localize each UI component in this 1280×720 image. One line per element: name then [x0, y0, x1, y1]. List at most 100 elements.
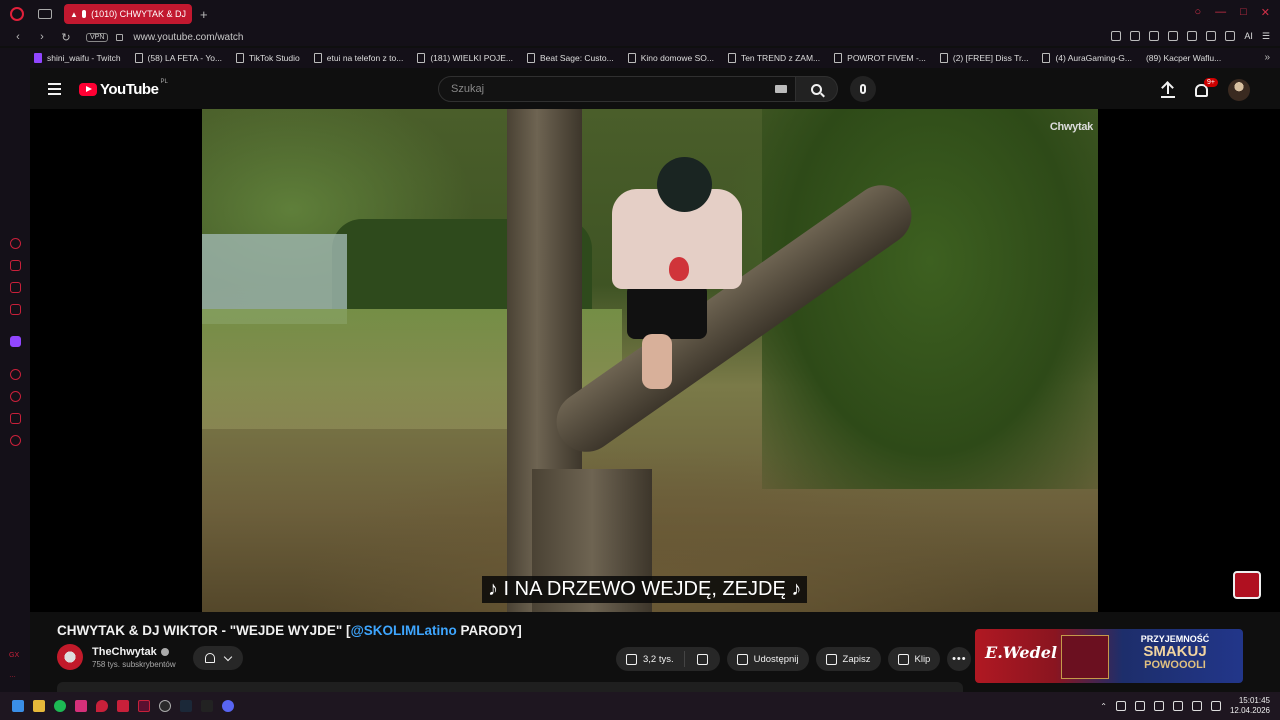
- like-button[interactable]: 3,2 tys.: [616, 651, 685, 667]
- bookmark-item[interactable]: Beat Sage: Custo...: [527, 53, 614, 63]
- search-button[interactable]: [796, 76, 838, 102]
- video-actions: 3,2 tys. Udostępnij Zapisz Klip •••: [616, 647, 972, 671]
- youtube-favicon-icon: [81, 10, 90, 18]
- channel-avatar[interactable]: [57, 644, 83, 670]
- adblock-icon[interactable]: [1149, 31, 1160, 41]
- bookmark-item[interactable]: shini_waifu - Twitch: [34, 53, 121, 63]
- messenger-icon[interactable]: [10, 282, 21, 293]
- bookmark-item[interactable]: (58) LA FETA - Yo...: [134, 53, 222, 63]
- system-clock[interactable]: 15:01:45 12.04.2026: [1230, 696, 1270, 716]
- channel-name[interactable]: TheChwytak: [92, 646, 176, 658]
- bookmark-item[interactable]: TikTok Studio: [236, 53, 300, 63]
- spotify-icon[interactable]: [54, 700, 66, 712]
- lock-icon[interactable]: [116, 33, 124, 41]
- description-box[interactable]: [57, 682, 963, 692]
- youtube-logo[interactable]: YouTube PL: [79, 79, 168, 98]
- battery-icon[interactable]: [1191, 701, 1202, 711]
- twitch-icon: [34, 53, 42, 63]
- tab-overview-icon[interactable]: [38, 9, 52, 19]
- bookmark-item[interactable]: (2) [FREE] Diss Tr...: [939, 53, 1028, 63]
- display-icon[interactable]: [1172, 701, 1183, 711]
- menu-icon[interactable]: ☰: [1262, 31, 1270, 41]
- channel-watermark[interactable]: Chwytak: [1050, 121, 1093, 133]
- sponsored-banner[interactable]: E.Wedel PRZYJEMNOŚĆ SMAKUJ POWOOOLI: [975, 629, 1243, 683]
- minimize-button[interactable]: —: [1215, 6, 1226, 19]
- subscribed-button[interactable]: [193, 646, 243, 670]
- bookmark-item[interactable]: POWROT FIVEM -...: [834, 53, 926, 63]
- sidebar-more-icon[interactable]: …: [9, 672, 16, 679]
- clip-button[interactable]: Klip: [887, 647, 941, 671]
- history-icon[interactable]: [10, 391, 21, 402]
- voice-search-button[interactable]: [850, 76, 876, 102]
- maximize-button[interactable]: □: [1240, 6, 1247, 19]
- app-m-icon[interactable]: [117, 700, 129, 712]
- share-button[interactable]: Udostępnij: [726, 647, 809, 671]
- file-explorer-icon[interactable]: [33, 700, 45, 712]
- ai-button[interactable]: AI: [1244, 31, 1253, 41]
- download-icon[interactable]: [1225, 31, 1236, 41]
- extensions-icon[interactable]: [10, 413, 21, 424]
- windows-taskbar: ⌃ 15:01:45 12.04.2026: [0, 692, 1280, 720]
- save-button[interactable]: Zapisz: [815, 647, 881, 671]
- extension-icon[interactable]: [1111, 31, 1122, 41]
- search-tabs-icon[interactable]: ○: [1194, 6, 1201, 19]
- vpn-badge[interactable]: VPN: [86, 32, 109, 42]
- account-icon[interactable]: [1206, 31, 1217, 41]
- mention-link[interactable]: @SKOLIMLatino: [351, 623, 457, 638]
- tray-overflow-icon[interactable]: ⌃: [1100, 702, 1107, 711]
- keyboard-icon[interactable]: [775, 85, 787, 93]
- bookmark-item[interactable]: (181) WIELKI POJE...: [417, 53, 513, 63]
- maps-icon[interactable]: [96, 700, 108, 712]
- like-dislike-group: 3,2 tys.: [616, 647, 720, 671]
- channel-branding-icon[interactable]: [1233, 571, 1261, 599]
- search-bar: [438, 76, 876, 102]
- more-actions-button[interactable]: •••: [947, 647, 972, 671]
- player-icon[interactable]: [1168, 31, 1179, 41]
- video-frame[interactable]: Chwytak: [202, 109, 1098, 612]
- url-field[interactable]: www.youtube.com/watch: [133, 32, 243, 43]
- avatar[interactable]: [1228, 79, 1250, 101]
- steam-icon[interactable]: [180, 700, 192, 712]
- twitch-icon[interactable]: [10, 336, 21, 347]
- browser-tab-active[interactable]: ▲ (1010) CHWYTAK & DJ: [64, 4, 192, 24]
- snapshot-icon[interactable]: [1130, 31, 1141, 41]
- opera-logo-icon[interactable]: [10, 7, 24, 21]
- back-icon[interactable]: ‹: [12, 31, 24, 43]
- menu-icon[interactable]: [48, 83, 61, 95]
- app-tray-icon[interactable]: [1210, 701, 1221, 711]
- gx-corner-icon[interactable]: [10, 304, 21, 315]
- search-icon: [811, 83, 822, 95]
- network-icon[interactable]: [1115, 701, 1126, 711]
- volume-icon[interactable]: [1134, 701, 1145, 711]
- dislike-button[interactable]: [685, 653, 720, 665]
- terminal-icon[interactable]: [201, 700, 213, 712]
- bookmark-item[interactable]: Kino domowe SO...: [627, 53, 714, 63]
- bookmark-item[interactable]: (4) AuraGaming-G...: [1042, 53, 1132, 63]
- settings-icon[interactable]: [159, 700, 171, 712]
- aria-icon[interactable]: [10, 238, 21, 249]
- opera-gx-icon[interactable]: [138, 700, 150, 712]
- bookmark-item[interactable]: etui na telefon z to...: [313, 53, 403, 63]
- close-window-button[interactable]: ✕: [1261, 6, 1270, 19]
- forward-icon[interactable]: ›: [36, 31, 48, 43]
- start-icon[interactable]: [12, 700, 24, 712]
- crypto-wallet-icon[interactable]: [10, 260, 21, 271]
- mic-icon[interactable]: [1153, 701, 1164, 711]
- heart-icon[interactable]: [1187, 31, 1198, 41]
- bookmark-item[interactable]: (89) Kacper Waflu...: [30, 53, 1221, 124]
- speaker-icon[interactable]: ▲: [70, 10, 78, 19]
- bookmarks-overflow-icon[interactable]: »: [1264, 52, 1270, 63]
- search-input[interactable]: [451, 83, 751, 95]
- notifications-button[interactable]: 9+: [1195, 77, 1218, 97]
- bookmark-item[interactable]: Ten TREND z ZAM...: [727, 53, 820, 63]
- discord-icon[interactable]: [222, 700, 234, 712]
- player-icon[interactable]: [10, 369, 21, 380]
- person-shorts: [627, 284, 707, 339]
- video-player[interactable]: Chwytak ♪ I NA DRZEWO WEJDĘ, ZEJDĘ ♪: [30, 109, 1280, 612]
- reload-icon[interactable]: ↻: [60, 31, 72, 44]
- upload-icon[interactable]: [1161, 82, 1175, 98]
- instagram-icon[interactable]: [75, 700, 87, 712]
- new-tab-button[interactable]: +: [200, 7, 208, 22]
- settings-icon[interactable]: [10, 435, 21, 446]
- microphone-icon: [860, 84, 866, 94]
